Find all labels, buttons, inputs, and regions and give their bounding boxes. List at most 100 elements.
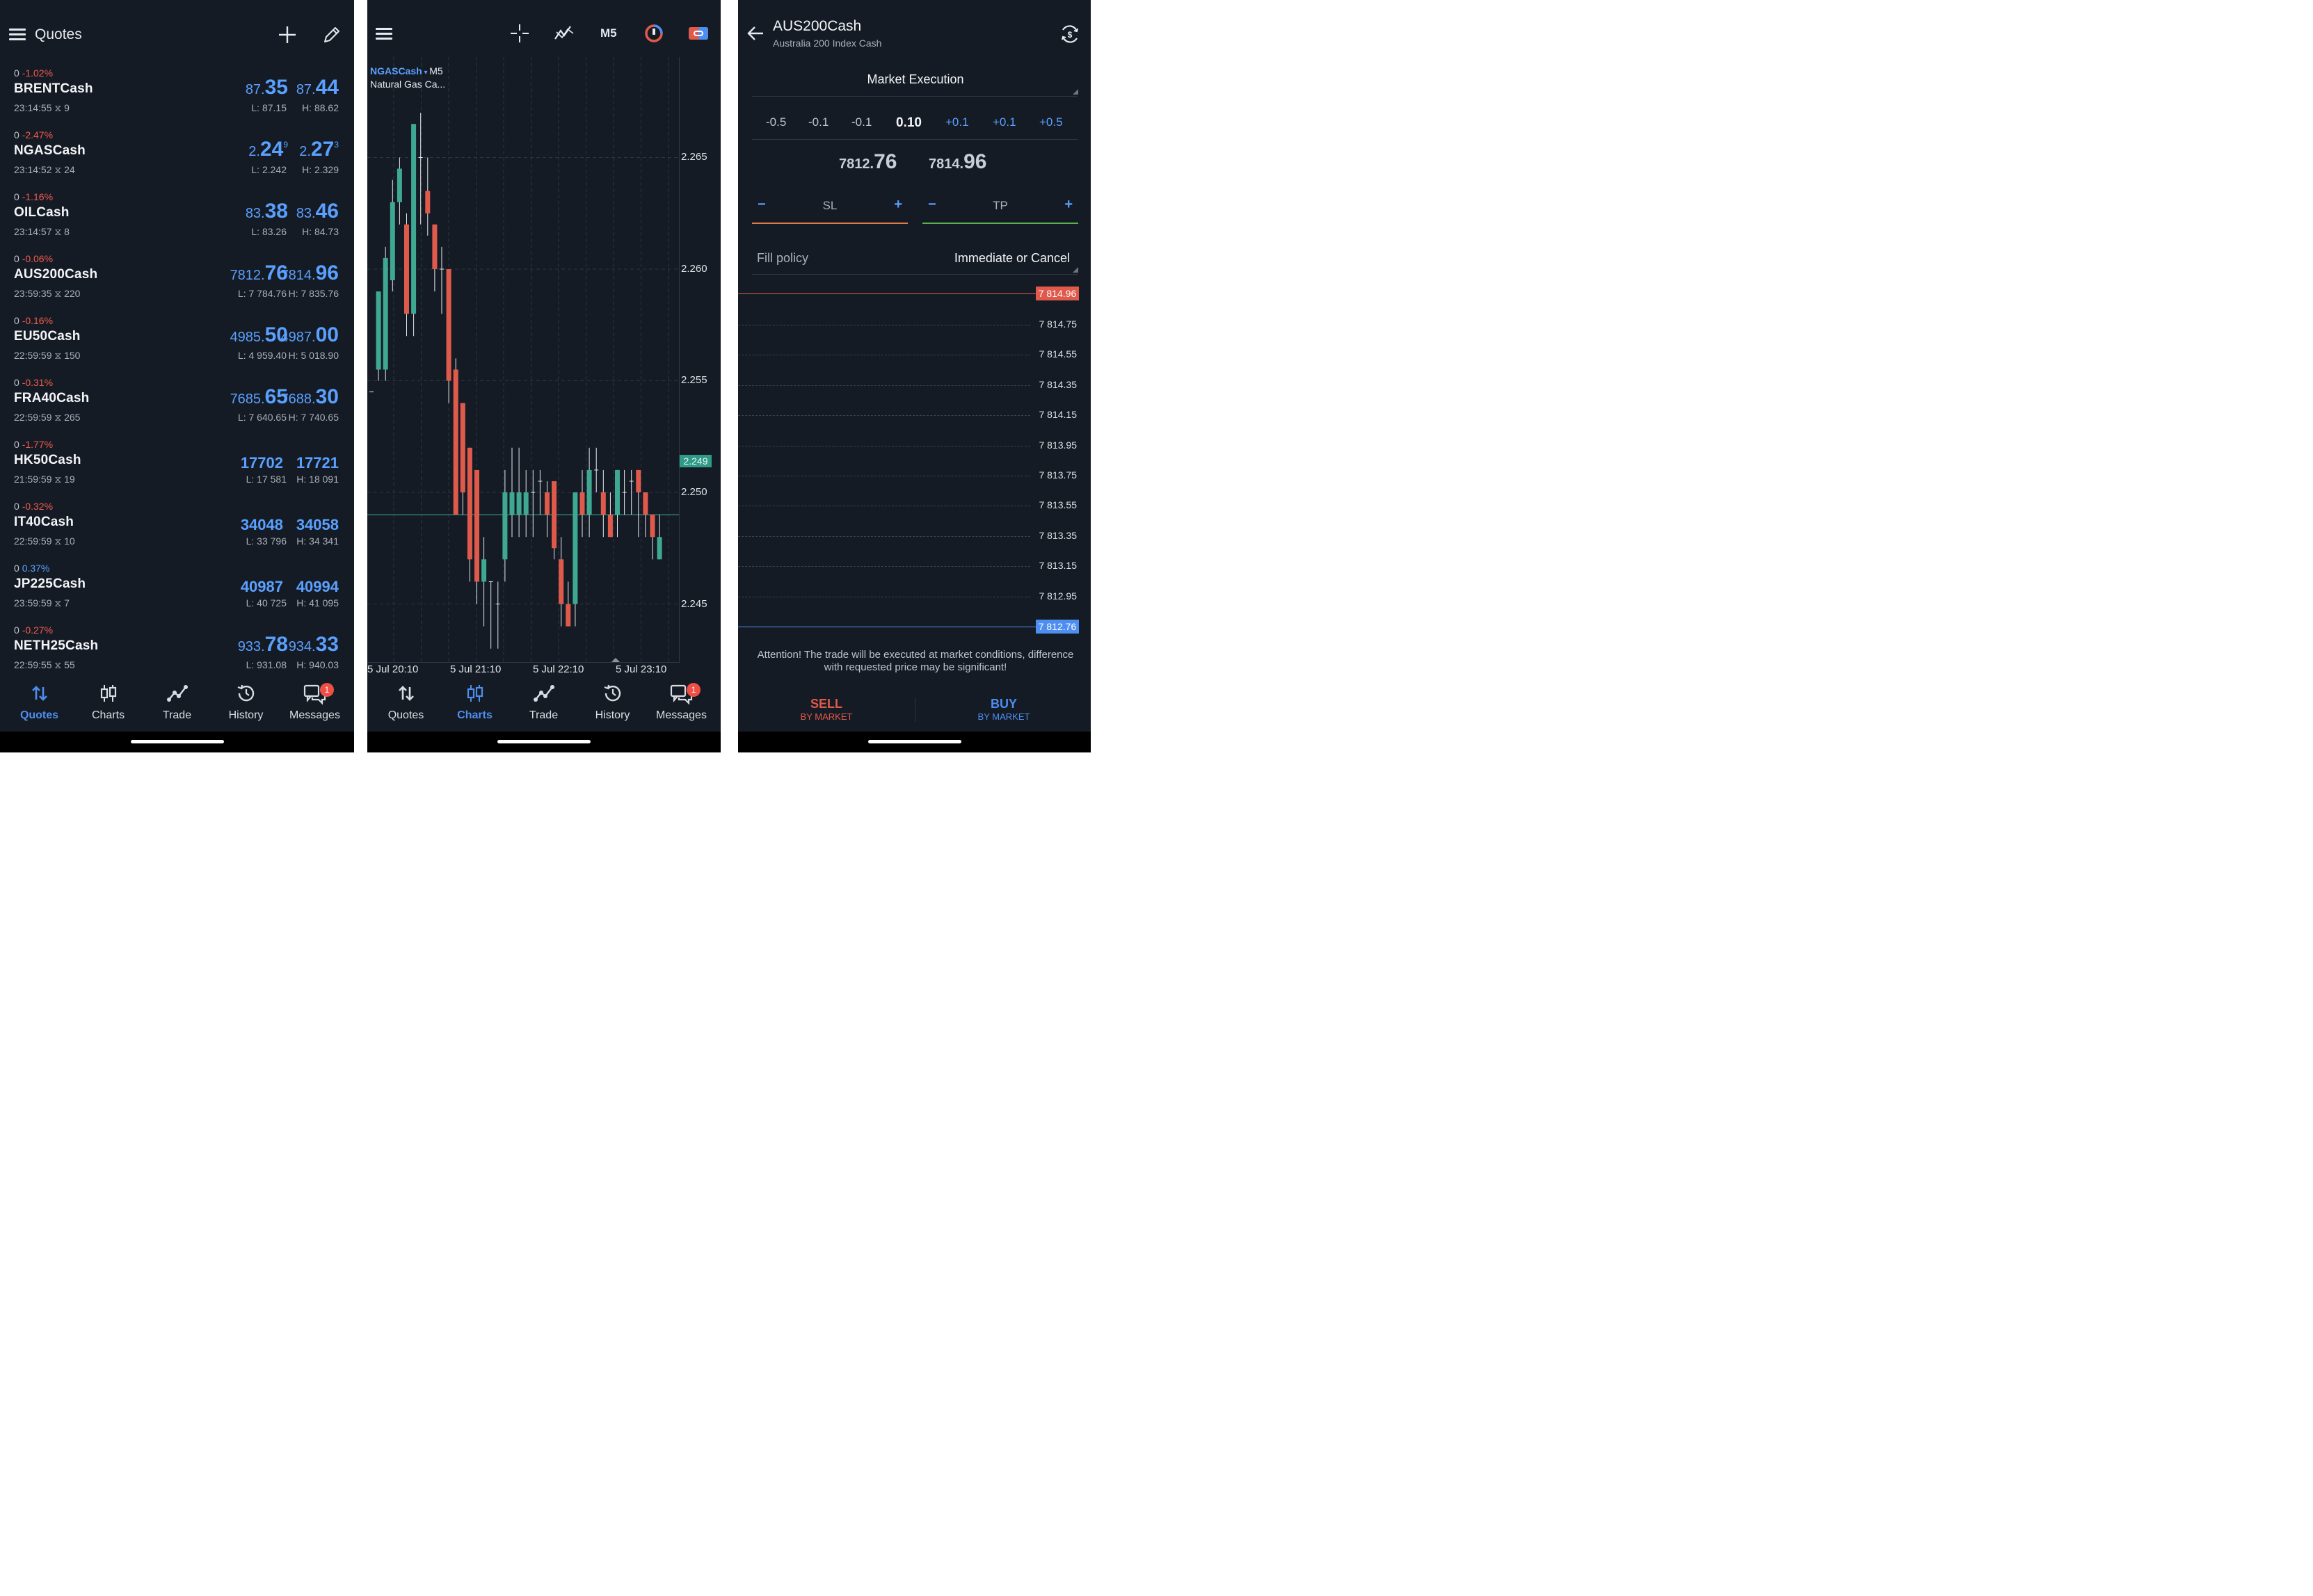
quote-row[interactable]: 0 -2.47% NGASCash 23:14:52 ⧖ 24 2.249 2.273 L…	[0, 124, 354, 186]
candle-body	[650, 515, 655, 538]
take-profit-field[interactable]: − TP +	[922, 196, 1078, 224]
bottom-nav: Quotes Charts Trade History 1 Messages	[0, 683, 354, 732]
edit-pencil-icon[interactable]	[322, 25, 342, 45]
ticks-icon: ⧖	[54, 412, 62, 423]
candle-body	[404, 224, 409, 314]
tp-plus-button[interactable]: +	[1064, 197, 1073, 213]
candle-body	[566, 604, 571, 627]
nav-messages[interactable]: 1 Messages	[647, 683, 716, 722]
buy-by-market-button[interactable]: BUY BY MARKET	[934, 697, 1073, 722]
quote-row[interactable]: 0 -0.27% NETH25Cash 22:59:55 ⧖ 55 933.78 934…	[0, 619, 354, 681]
quote-row[interactable]: 0 -1.02% BRENTCash 23:14:55 ⧖ 9 87.35 87.44 L…	[0, 62, 354, 124]
fill-policy-label: Fill policy	[757, 251, 809, 265]
quote-bid: 34048	[240, 516, 283, 533]
quote-row[interactable]: 0 -0.16% EU50Cash 22:59:59 ⧖ 150 4985.50 498…	[0, 309, 354, 371]
nav-history[interactable]: History	[578, 683, 647, 722]
candle-body	[467, 447, 472, 560]
price-level-label: 7 813.35	[1039, 529, 1078, 541]
quote-row[interactable]: 0 0.37% JP225Cash 23:59:59 ⧖ 7 40987 40994 L:…	[0, 557, 354, 619]
quote-low: L: 40 725	[246, 597, 287, 608]
ticks-icon: ⧖	[54, 597, 62, 608]
quote-bid: 7812.76	[230, 261, 288, 284]
one-click-trading-icon[interactable]	[644, 24, 664, 43]
quote-bid: 4985.50	[230, 323, 288, 346]
volume-step-button[interactable]: -0.1	[851, 115, 872, 129]
quote-time: 23:14:52 ⧖ 24	[14, 164, 75, 175]
nav-history[interactable]: History	[211, 683, 280, 722]
price-tick-label: 2.260	[681, 262, 707, 275]
sell-price: 7812.76	[839, 150, 897, 173]
quotes-toolbar: Quotes	[0, 0, 354, 67]
volume-step-button[interactable]: +0.1	[945, 115, 969, 129]
home-indicator	[738, 732, 1091, 752]
scroll-end-marker[interactable]	[611, 658, 620, 662]
menu-icon[interactable]	[9, 29, 26, 41]
quote-time: 23:59:35 ⧖ 220	[14, 288, 81, 299]
ticks-icon: ⧖	[54, 535, 62, 547]
sl-plus-button[interactable]: +	[894, 197, 902, 213]
quote-time: 22:59:55 ⧖ 55	[14, 659, 75, 670]
quote-time: 23:59:59 ⧖ 7	[14, 597, 70, 608]
quote-low: L: 83.26	[251, 226, 287, 237]
volume-step-button[interactable]: -0.5	[766, 115, 786, 129]
nav-messages[interactable]: 1 Messages	[280, 683, 349, 722]
volume-step-button[interactable]: +0.1	[993, 115, 1016, 129]
crosshair-icon[interactable]	[510, 24, 529, 43]
volume-value[interactable]: 0.10	[896, 115, 922, 131]
add-icon[interactable]	[278, 25, 297, 45]
candlestick-chart[interactable]	[367, 57, 696, 662]
quote-row[interactable]: 0 -1.77% HK50Cash 21:59:59 ⧖ 19 17702 17721 L…	[0, 433, 354, 495]
quote-row[interactable]: 0 -1.16% OILCash 23:14:57 ⧖ 8 83.38 83.46 L: …	[0, 186, 354, 248]
volume-step-button[interactable]: +0.5	[1039, 115, 1063, 129]
quote-symbol: IT40Cash	[14, 515, 74, 529]
nav-charts[interactable]: Charts	[440, 683, 509, 722]
quote-high: H: 88.62	[302, 102, 339, 113]
fill-policy-select[interactable]: Immediate or Cancel	[954, 251, 1070, 266]
back-arrow-icon[interactable]	[746, 25, 765, 42]
candle-body	[432, 224, 438, 269]
divider	[752, 274, 1078, 275]
bottom-nav: Quotes Charts Trade History 1 Messages	[367, 683, 721, 732]
candle-body	[453, 369, 458, 515]
candle-body	[397, 168, 402, 202]
indicators-icon[interactable]	[554, 22, 575, 43]
sell-by-market-button[interactable]: SELL BY MARKET	[757, 697, 896, 722]
trade-levels-icon[interactable]	[688, 25, 709, 42]
execution-type-select[interactable]: Market Execution	[752, 72, 1079, 87]
change-symbol-icon[interactable]: $	[1059, 24, 1080, 45]
candle-body	[545, 492, 550, 515]
menu-icon[interactable]	[376, 28, 392, 40]
volume-step-button[interactable]: -0.1	[808, 115, 829, 129]
candle-body	[460, 403, 465, 493]
svg-text:$: $	[1068, 30, 1073, 40]
stop-loss-field[interactable]: − SL +	[752, 196, 908, 224]
quote-bid: 83.38	[245, 200, 288, 223]
nav-trade[interactable]: Trade	[509, 683, 578, 722]
price-chart[interactable]: NGASCash ▾ M5 Natural Gas Ca...	[367, 57, 696, 663]
candle-body	[607, 515, 613, 538]
quote-row[interactable]: 0 -0.32% IT40Cash 22:59:59 ⧖ 10 34048 34058 L…	[0, 495, 354, 557]
nav-quotes[interactable]: Quotes	[371, 683, 440, 722]
quote-ask: 87.44	[296, 76, 339, 99]
quote-row[interactable]: 0 -0.31% FRA40Cash 22:59:59 ⧖ 265 7685.65 76…	[0, 371, 354, 433]
price-level-label: 7 814.15	[1039, 409, 1078, 421]
nav-charts[interactable]: Charts	[74, 683, 143, 722]
quote-change: 0 -2.47%	[14, 129, 54, 140]
timeframe-button[interactable]: M5	[600, 26, 617, 40]
chart-symbol-label[interactable]: NGASCash ▾ M5	[370, 65, 443, 76]
price-level-label: 7 812.95	[1039, 590, 1078, 602]
candle-body	[579, 492, 585, 515]
quote-time: 22:59:59 ⧖ 150	[14, 350, 81, 361]
quote-bid: 17702	[240, 454, 283, 471]
quote-bid: 40987	[240, 578, 283, 595]
candles-icon	[467, 685, 483, 702]
quote-high: H: 7 835.76	[288, 288, 339, 299]
quote-ask: 7814.96	[280, 261, 339, 284]
quote-low: L: 2.242	[251, 164, 287, 175]
nav-quotes[interactable]: Quotes	[5, 683, 74, 722]
nav-trade[interactable]: Trade	[143, 683, 211, 722]
candle-body	[516, 492, 522, 515]
quote-symbol: EU50Cash	[14, 329, 81, 344]
price-level-line	[738, 415, 1030, 417]
quote-row[interactable]: 0 -0.06% AUS200Cash 23:59:35 ⧖ 220 7812.76 7…	[0, 248, 354, 309]
